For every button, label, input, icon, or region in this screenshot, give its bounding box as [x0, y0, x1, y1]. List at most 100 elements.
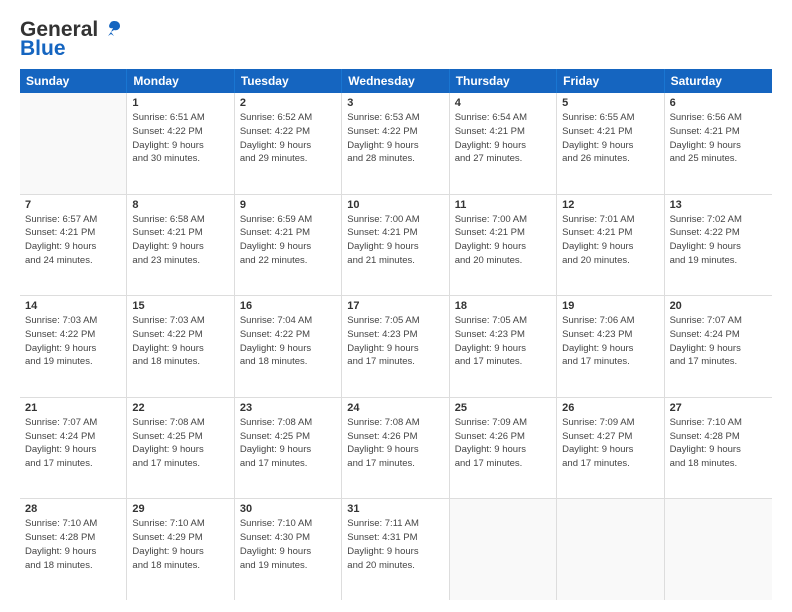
day-info: Sunrise: 7:11 AM Sunset: 4:31 PM Dayligh… — [347, 517, 443, 572]
cal-cell: 29 Sunrise: 7:10 AM Sunset: 4:29 PM Dayli… — [127, 499, 234, 600]
cal-cell: 26 Sunrise: 7:09 AM Sunset: 4:27 PM Dayli… — [557, 398, 664, 499]
cal-cell — [665, 499, 772, 600]
day-number: 20 — [670, 300, 767, 312]
day-info: Sunrise: 6:57 AM Sunset: 4:21 PM Dayligh… — [25, 213, 121, 268]
day-info: Sunrise: 6:55 AM Sunset: 4:21 PM Dayligh… — [562, 111, 658, 166]
cal-cell: 27 Sunrise: 7:10 AM Sunset: 4:28 PM Dayli… — [665, 398, 772, 499]
cal-cell: 16 Sunrise: 7:04 AM Sunset: 4:22 PM Dayli… — [235, 296, 342, 397]
day-number: 26 — [562, 402, 658, 414]
cal-week-1: 7 Sunrise: 6:57 AM Sunset: 4:21 PM Daylig… — [20, 195, 772, 297]
cal-cell — [557, 499, 664, 600]
day-info: Sunrise: 7:10 AM Sunset: 4:29 PM Dayligh… — [132, 517, 228, 572]
day-info: Sunrise: 7:03 AM Sunset: 4:22 PM Dayligh… — [132, 314, 228, 369]
calendar-body: 1Sunrise: 6:51 AM Sunset: 4:22 PM Daylig… — [20, 93, 772, 600]
day-number: 2 — [240, 97, 336, 109]
day-info: Sunrise: 6:58 AM Sunset: 4:21 PM Dayligh… — [132, 213, 228, 268]
day-info: Sunrise: 7:10 AM Sunset: 4:28 PM Dayligh… — [670, 416, 767, 471]
cal-cell: 9 Sunrise: 6:59 AM Sunset: 4:21 PM Daylig… — [235, 195, 342, 296]
day-number: 8 — [132, 199, 228, 211]
day-info: Sunrise: 7:01 AM Sunset: 4:21 PM Dayligh… — [562, 213, 658, 268]
calendar: SundayMondayTuesdayWednesdayThursdayFrid… — [20, 69, 772, 600]
day-info: Sunrise: 7:00 AM Sunset: 4:21 PM Dayligh… — [455, 213, 551, 268]
day-number: 18 — [455, 300, 551, 312]
day-number: 3 — [347, 97, 443, 109]
day-number: 14 — [25, 300, 121, 312]
cal-cell: 12 Sunrise: 7:01 AM Sunset: 4:21 PM Dayli… — [557, 195, 664, 296]
cal-cell: 15 Sunrise: 7:03 AM Sunset: 4:22 PM Dayli… — [127, 296, 234, 397]
cal-cell: 2 Sunrise: 6:52 AM Sunset: 4:22 PM Daylig… — [235, 93, 342, 194]
cal-cell: 21 Sunrise: 7:07 AM Sunset: 4:24 PM Dayli… — [20, 398, 127, 499]
cal-header-cell-thursday: Thursday — [450, 69, 557, 93]
cal-cell: 22Sunrise: 7:08 AM Sunset: 4:25 PM Dayli… — [127, 398, 234, 499]
cal-cell: 11 Sunrise: 7:00 AM Sunset: 4:21 PM Dayli… — [450, 195, 557, 296]
day-number: 1 — [132, 97, 228, 109]
day-number: 27 — [670, 402, 767, 414]
day-number: 9 — [240, 199, 336, 211]
cal-header-cell-monday: Monday — [127, 69, 234, 93]
day-info: Sunrise: 6:56 AM Sunset: 4:21 PM Dayligh… — [670, 111, 767, 166]
day-info: Sunrise: 7:06 AM Sunset: 4:23 PM Dayligh… — [562, 314, 658, 369]
day-number: 19 — [562, 300, 658, 312]
day-info: Sunrise: 7:09 AM Sunset: 4:27 PM Dayligh… — [562, 416, 658, 471]
day-info: Sunrise: 7:02 AM Sunset: 4:22 PM Dayligh… — [670, 213, 767, 268]
day-number: 24 — [347, 402, 443, 414]
cal-header-cell-sunday: Sunday — [20, 69, 127, 93]
day-number: 17 — [347, 300, 443, 312]
cal-cell: 13 Sunrise: 7:02 AM Sunset: 4:22 PM Dayli… — [665, 195, 772, 296]
day-number: 16 — [240, 300, 336, 312]
day-number: 11 — [455, 199, 551, 211]
cal-cell: 5 Sunrise: 6:55 AM Sunset: 4:21 PM Daylig… — [557, 93, 664, 194]
cal-cell: 8 Sunrise: 6:58 AM Sunset: 4:21 PM Daylig… — [127, 195, 234, 296]
day-info: Sunrise: 6:59 AM Sunset: 4:21 PM Dayligh… — [240, 213, 336, 268]
day-info: Sunrise: 7:04 AM Sunset: 4:22 PM Dayligh… — [240, 314, 336, 369]
cal-header-cell-wednesday: Wednesday — [342, 69, 449, 93]
cal-cell: 18 Sunrise: 7:05 AM Sunset: 4:23 PM Dayli… — [450, 296, 557, 397]
day-info: Sunrise: 7:08 AM Sunset: 4:25 PM Dayligh… — [132, 416, 228, 471]
cal-week-2: 14 Sunrise: 7:03 AM Sunset: 4:22 PM Dayli… — [20, 296, 772, 398]
cal-week-3: 21 Sunrise: 7:07 AM Sunset: 4:24 PM Dayli… — [20, 398, 772, 500]
day-info: Sunrise: 7:00 AM Sunset: 4:21 PM Dayligh… — [347, 213, 443, 268]
day-number: 12 — [562, 199, 658, 211]
day-info: Sunrise: 7:07 AM Sunset: 4:24 PM Dayligh… — [25, 416, 121, 471]
cal-cell: 28Sunrise: 7:10 AM Sunset: 4:28 PM Dayli… — [20, 499, 127, 600]
cal-cell: 19 Sunrise: 7:06 AM Sunset: 4:23 PM Dayli… — [557, 296, 664, 397]
cal-cell: 17Sunrise: 7:05 AM Sunset: 4:23 PM Dayli… — [342, 296, 449, 397]
cal-header-cell-saturday: Saturday — [665, 69, 772, 93]
day-number: 29 — [132, 503, 228, 515]
cal-cell: 25Sunrise: 7:09 AM Sunset: 4:26 PM Dayli… — [450, 398, 557, 499]
cal-cell: 24Sunrise: 7:08 AM Sunset: 4:26 PM Dayli… — [342, 398, 449, 499]
day-number: 21 — [25, 402, 121, 414]
logo-blue-text: Blue — [20, 38, 66, 59]
cal-cell: 20Sunrise: 7:07 AM Sunset: 4:24 PM Dayli… — [665, 296, 772, 397]
cal-cell — [20, 93, 127, 194]
cal-cell: 6Sunrise: 6:56 AM Sunset: 4:21 PM Daylig… — [665, 93, 772, 194]
day-info: Sunrise: 6:53 AM Sunset: 4:22 PM Dayligh… — [347, 111, 443, 166]
cal-cell: 7 Sunrise: 6:57 AM Sunset: 4:21 PM Daylig… — [20, 195, 127, 296]
day-info: Sunrise: 7:10 AM Sunset: 4:30 PM Dayligh… — [240, 517, 336, 572]
logo-bird-icon — [100, 18, 122, 40]
day-number: 5 — [562, 97, 658, 109]
cal-week-0: 1Sunrise: 6:51 AM Sunset: 4:22 PM Daylig… — [20, 93, 772, 195]
day-number: 4 — [455, 97, 551, 109]
day-number: 31 — [347, 503, 443, 515]
day-info: Sunrise: 7:08 AM Sunset: 4:25 PM Dayligh… — [240, 416, 336, 471]
cal-cell: 1Sunrise: 6:51 AM Sunset: 4:22 PM Daylig… — [127, 93, 234, 194]
cal-cell — [450, 499, 557, 600]
cal-header-cell-tuesday: Tuesday — [235, 69, 342, 93]
day-number: 15 — [132, 300, 228, 312]
logo: General Blue — [20, 18, 122, 59]
cal-cell: 4 Sunrise: 6:54 AM Sunset: 4:21 PM Daylig… — [450, 93, 557, 194]
cal-header-cell-friday: Friday — [557, 69, 664, 93]
day-info: Sunrise: 6:54 AM Sunset: 4:21 PM Dayligh… — [455, 111, 551, 166]
day-info: Sunrise: 7:05 AM Sunset: 4:23 PM Dayligh… — [455, 314, 551, 369]
day-info: Sunrise: 7:10 AM Sunset: 4:28 PM Dayligh… — [25, 517, 121, 572]
cal-cell: 31 Sunrise: 7:11 AM Sunset: 4:31 PM Dayli… — [342, 499, 449, 600]
cal-cell: 10Sunrise: 7:00 AM Sunset: 4:21 PM Dayli… — [342, 195, 449, 296]
day-info: Sunrise: 7:03 AM Sunset: 4:22 PM Dayligh… — [25, 314, 121, 369]
calendar-header: SundayMondayTuesdayWednesdayThursdayFrid… — [20, 69, 772, 93]
day-number: 7 — [25, 199, 121, 211]
cal-cell: 14 Sunrise: 7:03 AM Sunset: 4:22 PM Dayli… — [20, 296, 127, 397]
cal-week-4: 28Sunrise: 7:10 AM Sunset: 4:28 PM Dayli… — [20, 499, 772, 600]
day-number: 13 — [670, 199, 767, 211]
day-info: Sunrise: 6:52 AM Sunset: 4:22 PM Dayligh… — [240, 111, 336, 166]
